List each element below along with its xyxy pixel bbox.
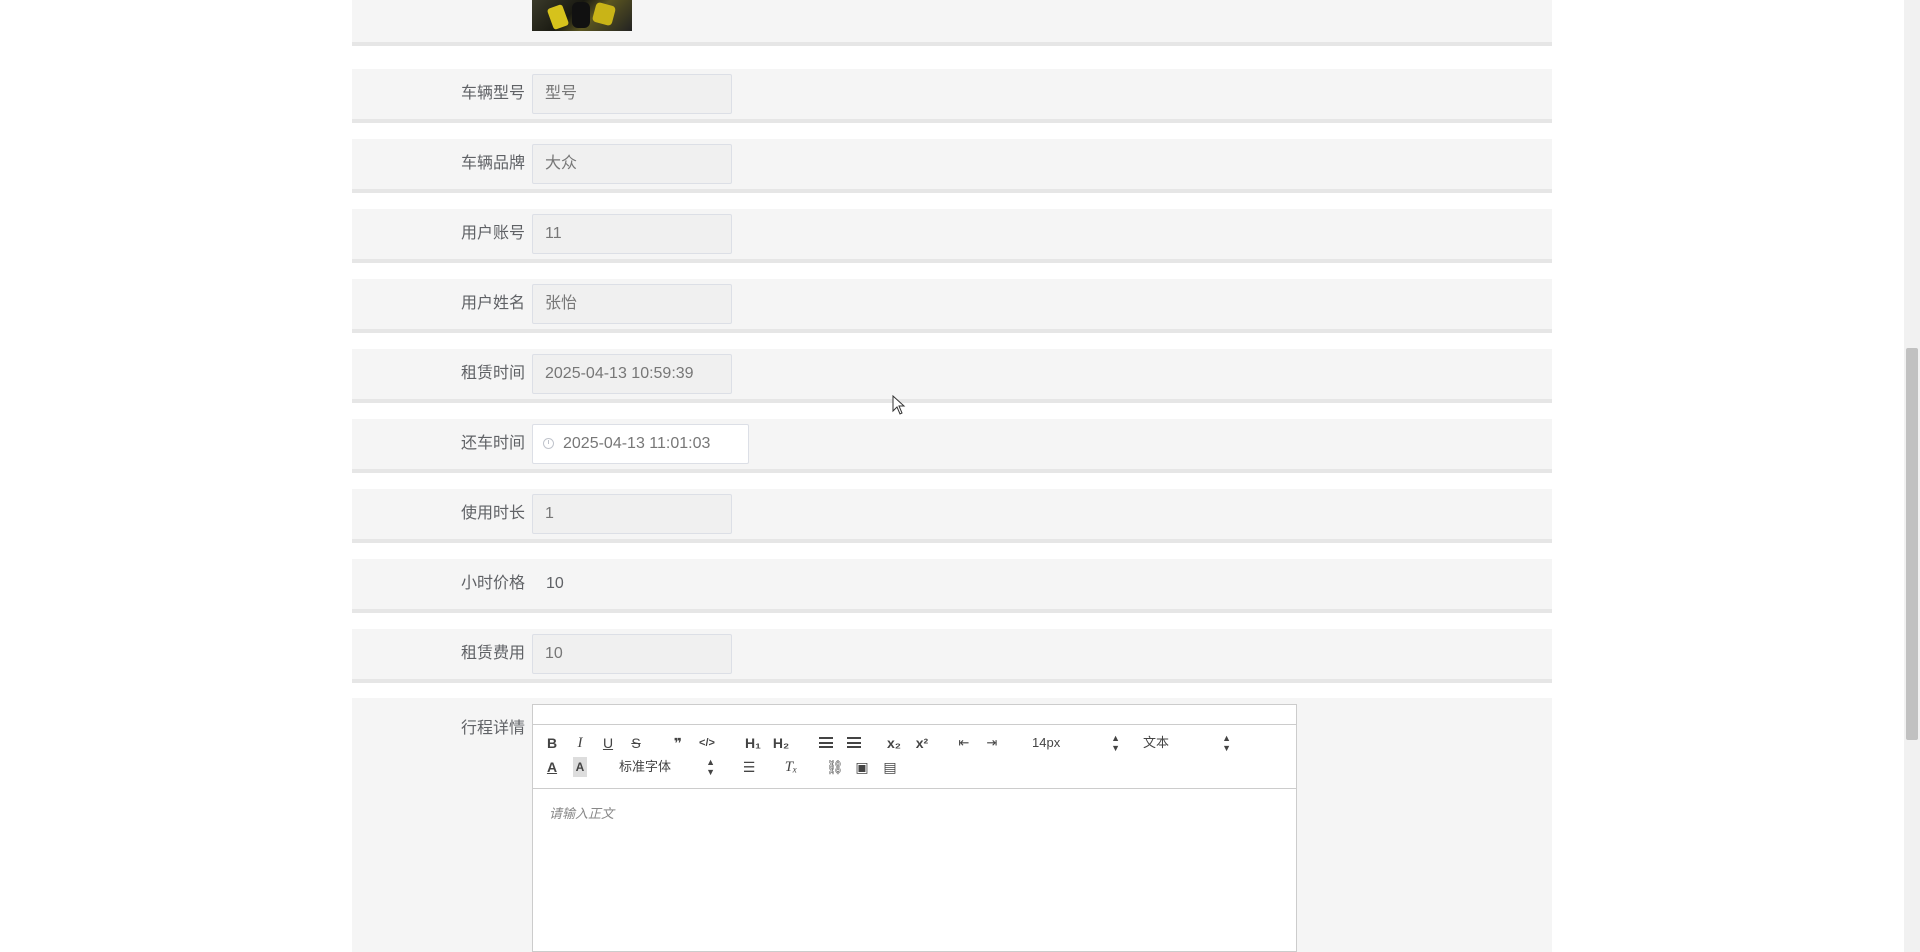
form-row-duration: 使用时长 1 [352,489,1552,543]
underline-button[interactable]: U [601,733,615,753]
form-row-model: 车辆型号 型号 [352,69,1552,123]
ordered-list-icon[interactable] [818,733,834,753]
editor-toolbar: B I U S ❞ </> H₁ H₂ x₂ x² ⇤ ⇥ 14px ▲ ▼ 文本… [533,725,1296,789]
page-scrollbar-thumb[interactable] [1906,348,1918,740]
subscript-button[interactable]: x₂ [885,733,903,753]
fee-input[interactable]: 10 [532,634,732,674]
font-size-select[interactable]: 14px ▲ ▼ [1032,733,1120,753]
background-color-button[interactable]: A [573,757,587,777]
return-time-value: 2025-04-13 11:01:03 [563,435,711,452]
form-row-brand: 车辆品牌 大众 [352,139,1552,193]
outdent-icon[interactable]: ⇤ [956,733,972,753]
font-family-value: 标准字体 [619,759,672,774]
vehicle-image[interactable] [532,0,632,31]
hour-price-label: 小时价格 [460,575,525,592]
mouse-pointer-icon [892,395,906,415]
select-arrows-icon: ▲ ▼ [706,757,715,777]
code-block-button[interactable]: </> [697,733,717,753]
form-row-return-time: 还车时间 2025-04-13 11:01:03 [352,419,1552,473]
blockquote-button[interactable]: ❞ [670,733,686,753]
paragraph-value: 文本 [1143,735,1170,750]
model-input[interactable]: 型号 [532,74,732,114]
image-icon[interactable]: ▣ [854,757,870,777]
header-1-button[interactable]: H₁ [743,733,763,753]
form-row-rent-time: 租赁时间 2025-04-13 10:59:39 [352,349,1552,403]
duration-label: 使用时长 [460,505,525,522]
clock-icon [543,438,554,449]
editor-top-bar [532,704,1297,724]
form-row-hour-price: 小时价格 10 [352,559,1552,613]
form-row-name: 用户姓名 张怡 [352,279,1552,333]
italic-button[interactable]: I [573,733,587,753]
form-row-trip-detail: 行程详情 B I U S ❞ </> H₁ H₂ x₂ x² ⇤ ⇥ 14px … [352,698,1552,952]
rent-time-label: 租赁时间 [460,365,525,382]
model-label: 车辆型号 [460,85,525,102]
select-arrows-icon: ▲ ▼ [1222,733,1231,753]
font-size-value: 14px [1032,735,1061,750]
bold-button[interactable]: B [545,733,559,753]
account-input[interactable]: 11 [532,214,732,254]
editor-placeholder[interactable]: 请输入正文 [549,803,614,822]
account-label: 用户账号 [460,225,525,242]
trip-detail-label: 行程详情 [460,720,525,737]
video-icon[interactable]: ▤ [882,757,898,777]
font-color-button[interactable]: A [545,757,559,777]
strike-button[interactable]: S [629,733,643,753]
indent-icon[interactable]: ⇥ [984,733,1000,753]
brand-input[interactable]: 大众 [532,144,732,184]
vehicle-image-row [352,0,1552,46]
name-label: 用户姓名 [460,295,525,312]
name-input[interactable]: 张怡 [532,284,732,324]
select-arrows-icon: ▲ ▼ [1111,733,1120,753]
rich-text-editor: B I U S ❞ </> H₁ H₂ x₂ x² ⇤ ⇥ 14px ▲ ▼ 文本… [532,724,1297,952]
bullet-list-icon[interactable] [846,733,862,753]
header-2-button[interactable]: H₂ [771,733,791,753]
form-row-fee: 租赁费用 10 [352,629,1552,683]
duration-input[interactable]: 1 [532,494,732,534]
return-time-label: 还车时间 [460,435,525,452]
paragraph-select[interactable]: 文本 ▲ ▼ [1143,733,1231,753]
return-time-picker[interactable]: 2025-04-13 11:01:03 [532,424,749,464]
font-family-select[interactable]: 标准字体 ▲ ▼ [619,757,715,777]
align-left-icon[interactable]: ☰ [741,757,757,777]
brand-label: 车辆品牌 [460,155,525,172]
link-icon[interactable]: ⛓ [826,757,844,777]
fee-label: 租赁费用 [460,645,525,662]
superscript-button[interactable]: x² [913,733,931,753]
form-row-account: 用户账号 11 [352,209,1552,263]
rent-time-input[interactable]: 2025-04-13 10:59:39 [532,354,732,394]
hour-price-value: 10 [546,575,564,592]
clean-format-button[interactable]: Tₓ [783,757,799,777]
